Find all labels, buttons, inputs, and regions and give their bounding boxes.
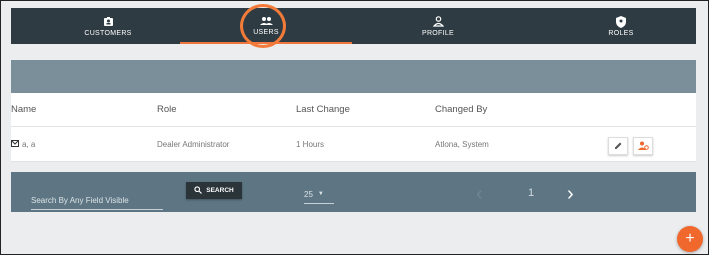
table-header-band — [11, 60, 696, 93]
search-button[interactable]: SEARCH — [186, 182, 242, 199]
add-user-button[interactable]: + — [677, 226, 703, 252]
row-last-change: 1 Hours — [296, 139, 325, 149]
table-header-row: Name Role Last Change Changed By — [11, 93, 696, 127]
header-name[interactable]: Name — [11, 93, 36, 126]
chevron-left-icon: ‹ — [476, 183, 483, 205]
row-name: a, a — [22, 139, 36, 149]
envelope-icon — [11, 139, 19, 149]
search-icon — [194, 185, 203, 196]
users-table: Name Role Last Change Changed By a, a De… — [11, 93, 696, 162]
plus-icon: + — [685, 230, 695, 247]
header-last-change[interactable]: Last Change — [296, 93, 350, 126]
chevron-down-icon: ▼ — [317, 191, 324, 197]
header-role[interactable]: Role — [157, 93, 177, 126]
id-card-icon — [101, 16, 115, 28]
row-name-cell: a, a — [11, 127, 35, 161]
search-input[interactable]: Search By Any Field Visible — [31, 191, 163, 210]
chevron-right-icon: › — [567, 183, 574, 205]
row-role: Dealer Administrator — [157, 139, 230, 149]
header-changed-by[interactable]: Changed By — [435, 93, 487, 126]
tab-customers-label: CUSTOMERS — [84, 29, 132, 37]
row-changed-by: Atlona, System — [435, 139, 489, 149]
user-settings-button[interactable] — [633, 137, 653, 155]
tab-users[interactable]: USERS — [180, 8, 352, 44]
next-page-button[interactable]: › — [567, 183, 574, 206]
tab-roles[interactable]: ROLES — [571, 8, 671, 44]
pencil-icon — [614, 141, 623, 152]
table-row[interactable]: a, a Dealer Administrator 1 Hours Atlona… — [11, 127, 696, 162]
top-navigation: CUSTOMERS USERS PROFILE ROLES — [11, 8, 696, 44]
search-button-label: SEARCH — [206, 187, 234, 194]
users-icon — [259, 15, 273, 27]
page-size-value: 25 — [304, 189, 313, 199]
prev-page-button[interactable]: ‹ — [476, 183, 483, 206]
current-page: 1 — [528, 187, 535, 199]
page-size-select[interactable]: 25 ▼ — [304, 185, 334, 204]
tab-profile[interactable]: PROFILE — [388, 8, 488, 44]
tab-customers[interactable]: CUSTOMERS — [53, 8, 163, 44]
tab-profile-label: PROFILE — [421, 29, 455, 37]
edit-button[interactable] — [608, 137, 628, 155]
person-icon — [431, 16, 445, 28]
tab-roles-label: ROLES — [608, 29, 634, 37]
user-settings-icon — [637, 141, 649, 152]
tab-users-label: USERS — [253, 28, 279, 36]
shield-icon — [614, 15, 628, 28]
